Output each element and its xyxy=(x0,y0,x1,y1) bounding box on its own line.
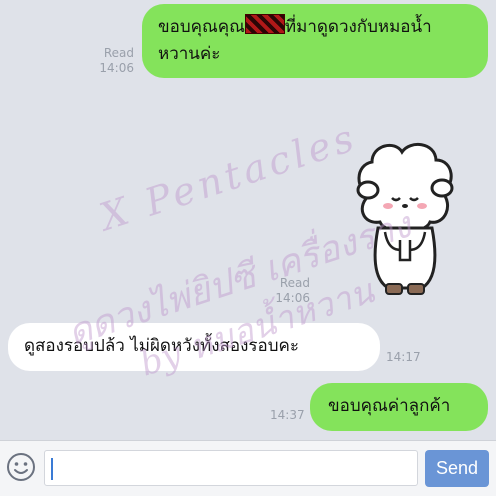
message-text: หวานค่ะ xyxy=(158,44,221,64)
redacted-name-block xyxy=(244,14,285,34)
outgoing-message-bubble[interactable]: ขอบคุณค่าลูกค้า xyxy=(310,383,488,431)
read-receipt: Read xyxy=(279,276,310,290)
smiley-icon[interactable] xyxy=(6,452,36,482)
message-time: 14:17 xyxy=(386,350,421,364)
read-receipt: Read xyxy=(103,46,134,60)
incoming-message-bubble[interactable]: ดูสองรอบปล้ว ไม่ผิดหวังทั้งสองรอบคะ xyxy=(8,323,380,371)
outgoing-message-bubble[interactable]: ขอบคุณคุณ ที่มาดูดวงกับหมอน้ำ หวานค่ะ xyxy=(142,4,488,78)
message-text: ขอบคุณคุณ xyxy=(158,17,245,37)
message-text: ขอบคุณค่าลูกค้า xyxy=(328,396,451,416)
sheep-bow-sticker[interactable] xyxy=(350,140,460,300)
send-button[interactable]: Send xyxy=(425,450,489,487)
message-input-bar: Send xyxy=(0,440,496,496)
message-meta: Read 14:06 xyxy=(272,276,310,306)
message-time: 14:06 xyxy=(99,61,134,75)
chat-area: ขอบคุณคุณ ที่มาดูดวงกับหมอน้ำ หวานค่ะ Rea… xyxy=(0,0,496,440)
message-time: 14:37 xyxy=(270,408,305,422)
message-text: ดูสองรอบปล้ว ไม่ผิดหวังทั้งสองรอบคะ xyxy=(24,336,300,356)
message-meta: Read 14:06 xyxy=(96,46,134,76)
message-time: 14:06 xyxy=(275,291,310,305)
text-cursor xyxy=(51,458,53,480)
message-input[interactable] xyxy=(44,450,418,486)
message-text: ที่มาดูดวงกับหมอน้ำ xyxy=(284,17,432,37)
watermark-line-1: X Pentacles xyxy=(94,114,363,240)
